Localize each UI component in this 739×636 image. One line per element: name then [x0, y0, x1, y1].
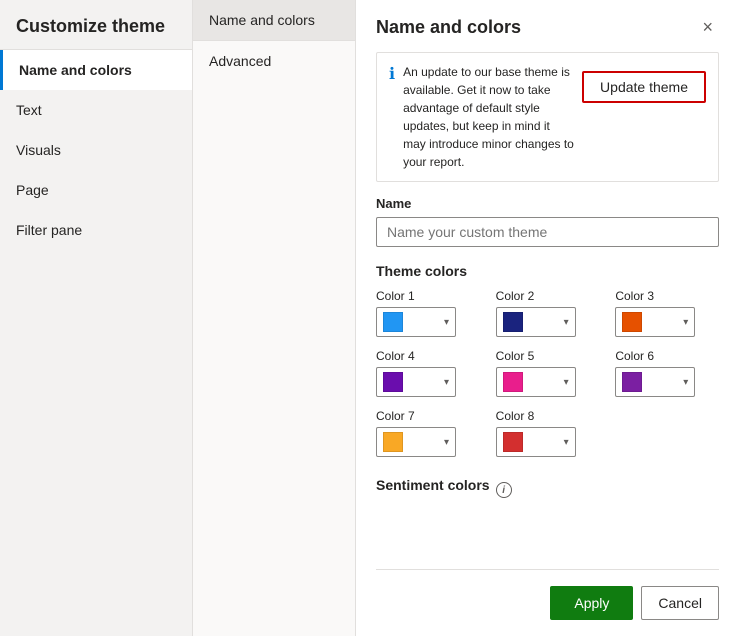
color-3-label: Color 3	[615, 289, 719, 303]
color-item-6: Color 6 ▾	[615, 349, 719, 397]
right-panel-header: Name and colors ×	[376, 16, 719, 38]
tab-advanced[interactable]: Advanced	[193, 41, 355, 81]
color-item-1: Color 1 ▾	[376, 289, 480, 337]
apply-button[interactable]: Apply	[550, 586, 633, 620]
color-8-label: Color 8	[496, 409, 600, 423]
color-2-swatch	[503, 312, 523, 332]
color-4-chevron: ▾	[444, 377, 449, 388]
color-2-selector[interactable]: ▾	[496, 307, 576, 337]
color-5-chevron: ▾	[564, 377, 569, 388]
right-panel-title: Name and colors	[376, 17, 521, 38]
tab-name-and-colors[interactable]: Name and colors	[193, 0, 355, 41]
close-button[interactable]: ×	[696, 16, 719, 38]
right-panel: Name and colors × ℹ An update to our bas…	[356, 0, 739, 636]
color-4-selector[interactable]: ▾	[376, 367, 456, 397]
color-item-4: Color 4 ▾	[376, 349, 480, 397]
sidebar-item-name-and-colors[interactable]: Name and colors	[0, 50, 192, 90]
sidebar-item-page[interactable]: Page	[0, 170, 192, 210]
color-1-selector[interactable]: ▾	[376, 307, 456, 337]
info-icon: ℹ	[389, 64, 395, 171]
theme-colors-title: Theme colors	[376, 263, 719, 279]
color-1-chevron: ▾	[444, 317, 449, 328]
color-3-selector[interactable]: ▾	[615, 307, 695, 337]
color-2-label: Color 2	[496, 289, 600, 303]
sidebar-item-visuals[interactable]: Visuals	[0, 130, 192, 170]
color-8-chevron: ▾	[564, 437, 569, 448]
color-3-chevron: ▾	[683, 317, 688, 328]
sidebar-nav: Name and colors Text Visuals Page Filter…	[0, 50, 192, 250]
sidebar-title: Customize theme	[0, 0, 192, 50]
color-6-chevron: ▾	[683, 377, 688, 388]
color-7-swatch	[383, 432, 403, 452]
color-5-swatch	[503, 372, 523, 392]
color-item-5: Color 5 ▾	[496, 349, 600, 397]
color-item-3: Color 3 ▾	[615, 289, 719, 337]
color-6-selector[interactable]: ▾	[615, 367, 695, 397]
color-7-chevron: ▾	[444, 437, 449, 448]
color-6-swatch	[622, 372, 642, 392]
name-input[interactable]	[376, 217, 719, 247]
color-4-swatch	[383, 372, 403, 392]
color-4-label: Color 4	[376, 349, 480, 363]
sidebar-item-text[interactable]: Text	[0, 90, 192, 130]
sidebar-item-filter-pane[interactable]: Filter pane	[0, 210, 192, 250]
color-item-8: Color 8 ▾	[496, 409, 600, 457]
color-item-7: Color 7 ▾	[376, 409, 480, 457]
color-1-swatch	[383, 312, 403, 332]
color-6-label: Color 6	[615, 349, 719, 363]
name-field-label: Name	[376, 196, 719, 211]
color-item-2: Color 2 ▾	[496, 289, 600, 337]
color-3-swatch	[622, 312, 642, 332]
info-text: An update to our base theme is available…	[403, 63, 574, 171]
color-5-selector[interactable]: ▾	[496, 367, 576, 397]
center-panel: Name and colors Advanced	[193, 0, 356, 636]
cancel-button[interactable]: Cancel	[641, 586, 719, 620]
color-7-label: Color 7	[376, 409, 480, 423]
color-5-label: Color 5	[496, 349, 600, 363]
color-8-selector[interactable]: ▾	[496, 427, 576, 457]
color-1-label: Color 1	[376, 289, 480, 303]
color-8-swatch	[503, 432, 523, 452]
footer: Apply Cancel	[376, 569, 719, 620]
sidebar: Customize theme Name and colors Text Vis…	[0, 0, 193, 636]
color-7-selector[interactable]: ▾	[376, 427, 456, 457]
info-banner: ℹ An update to our base theme is availab…	[376, 52, 719, 182]
sentiment-info-icon: i	[496, 482, 512, 498]
name-field-container: Name	[376, 196, 719, 263]
sentiment-colors-title: Sentiment colors	[376, 477, 490, 493]
sentiment-colors-row: Sentiment colors i	[376, 477, 719, 503]
color-2-chevron: ▾	[564, 317, 569, 328]
update-theme-button[interactable]: Update theme	[582, 71, 706, 103]
colors-grid: Color 1 ▾ Color 2 ▾ Color 3 ▾ Color 4	[376, 289, 719, 457]
